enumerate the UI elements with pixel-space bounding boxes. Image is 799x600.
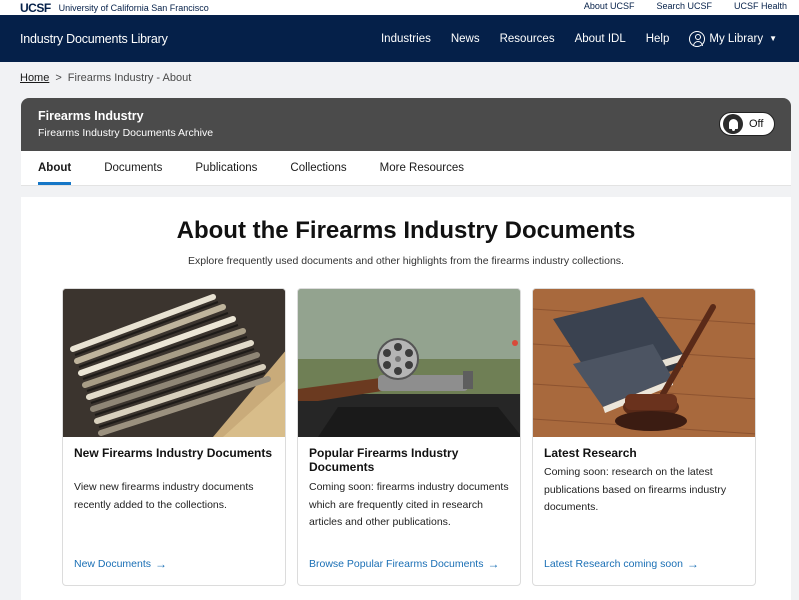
tab-publications[interactable]: Publications [195,151,257,185]
collection-subtitle: Firearms Industry Documents Archive [38,127,214,139]
link-label: Browse Popular Firearms Documents [309,558,484,570]
search-ucsf-link[interactable]: Search UCSF [656,1,712,11]
arrow-right-icon: → [155,557,168,571]
card-popular-documents: Popular Firearms Industry Documents Comi… [297,288,521,586]
toggle-label: Off [749,118,764,130]
breadcrumb-current: Firearms Industry - About [67,72,192,84]
card-body: Coming soon: firearms industry documents… [309,481,509,528]
tab-more-resources[interactable]: More Resources [380,151,464,185]
notification-toggle[interactable]: Off [719,112,775,136]
nav-about-idl[interactable]: About IDL [565,15,636,62]
ucsf-links: About UCSF Search UCSF UCSF Health [584,1,787,11]
my-library-label: My Library [709,32,764,45]
file-folders-image [63,289,285,437]
arrow-right-icon: → [487,557,500,571]
revolver-image [298,289,520,437]
latest-research-link[interactable]: Latest Research coming soon → [544,557,699,571]
about-ucsf-link[interactable]: About UCSF [584,1,635,11]
site-title-link[interactable]: Industry Documents Library [20,32,168,46]
toggle-knob [723,114,743,134]
nav-news[interactable]: News [441,15,490,62]
ucsf-top-bar: UCSF University of California San Franci… [0,0,799,15]
nav-links: Industries News Resources About IDL Help… [371,15,787,62]
tab-documents[interactable]: Documents [104,151,162,185]
card-body: Coming soon: research on the latest publ… [544,466,727,513]
arrow-right-icon: → [686,557,699,571]
browse-popular-documents-link[interactable]: Browse Popular Firearms Documents → [309,557,499,571]
link-label: New Documents [74,558,152,570]
card-title: Latest Research [544,446,637,460]
collection-title: Firearms Industry [38,109,144,123]
ucsf-logo[interactable]: UCSF [20,1,51,15]
collection-tabs: About Documents Publications Collections… [21,151,791,186]
ucsf-name-link[interactable]: University of California San Francisco [59,3,209,13]
nav-help[interactable]: Help [636,15,680,62]
card-title: New Firearms Industry Documents [74,446,273,460]
main-navigation: Industry Documents Library Industries Ne… [0,15,799,62]
revolver-illustration [298,289,520,437]
file-folders-illustration [63,289,285,437]
main-content: About the Firearms Industry Documents Ex… [21,197,791,600]
books-gavel-image [533,289,755,437]
breadcrumb-home-link[interactable]: Home [20,72,49,84]
page-title: About the Firearms Industry Documents [176,217,636,244]
page-subtitle: Explore frequently used documents and ot… [188,255,624,267]
tab-collections[interactable]: Collections [290,151,346,185]
new-documents-link[interactable]: New Documents → [74,557,167,571]
tab-about[interactable]: About [38,151,72,185]
breadcrumb: Home > Firearms Industry - About [20,72,191,84]
ucsf-health-link[interactable]: UCSF Health [734,1,787,11]
card-title: Popular Firearms Industry Documents [309,446,459,474]
card-body: View new firearms industry documents rec… [74,481,254,511]
caret-down-icon: ▼ [769,34,777,43]
link-label: Latest Research coming soon [544,558,683,570]
collection-header: Firearms Industry Firearms Industry Docu… [21,98,791,151]
card-new-documents: New Firearms Industry Documents View new… [62,288,286,586]
books-gavel-illustration [533,289,755,437]
my-library-menu[interactable]: My Library ▼ [679,15,787,62]
nav-resources[interactable]: Resources [490,15,565,62]
breadcrumb-separator: > [55,72,62,84]
nav-industries[interactable]: Industries [371,15,441,62]
bell-icon [728,119,738,131]
card-latest-research: Latest Research Coming soon: research on… [532,288,756,586]
user-icon [689,30,706,47]
